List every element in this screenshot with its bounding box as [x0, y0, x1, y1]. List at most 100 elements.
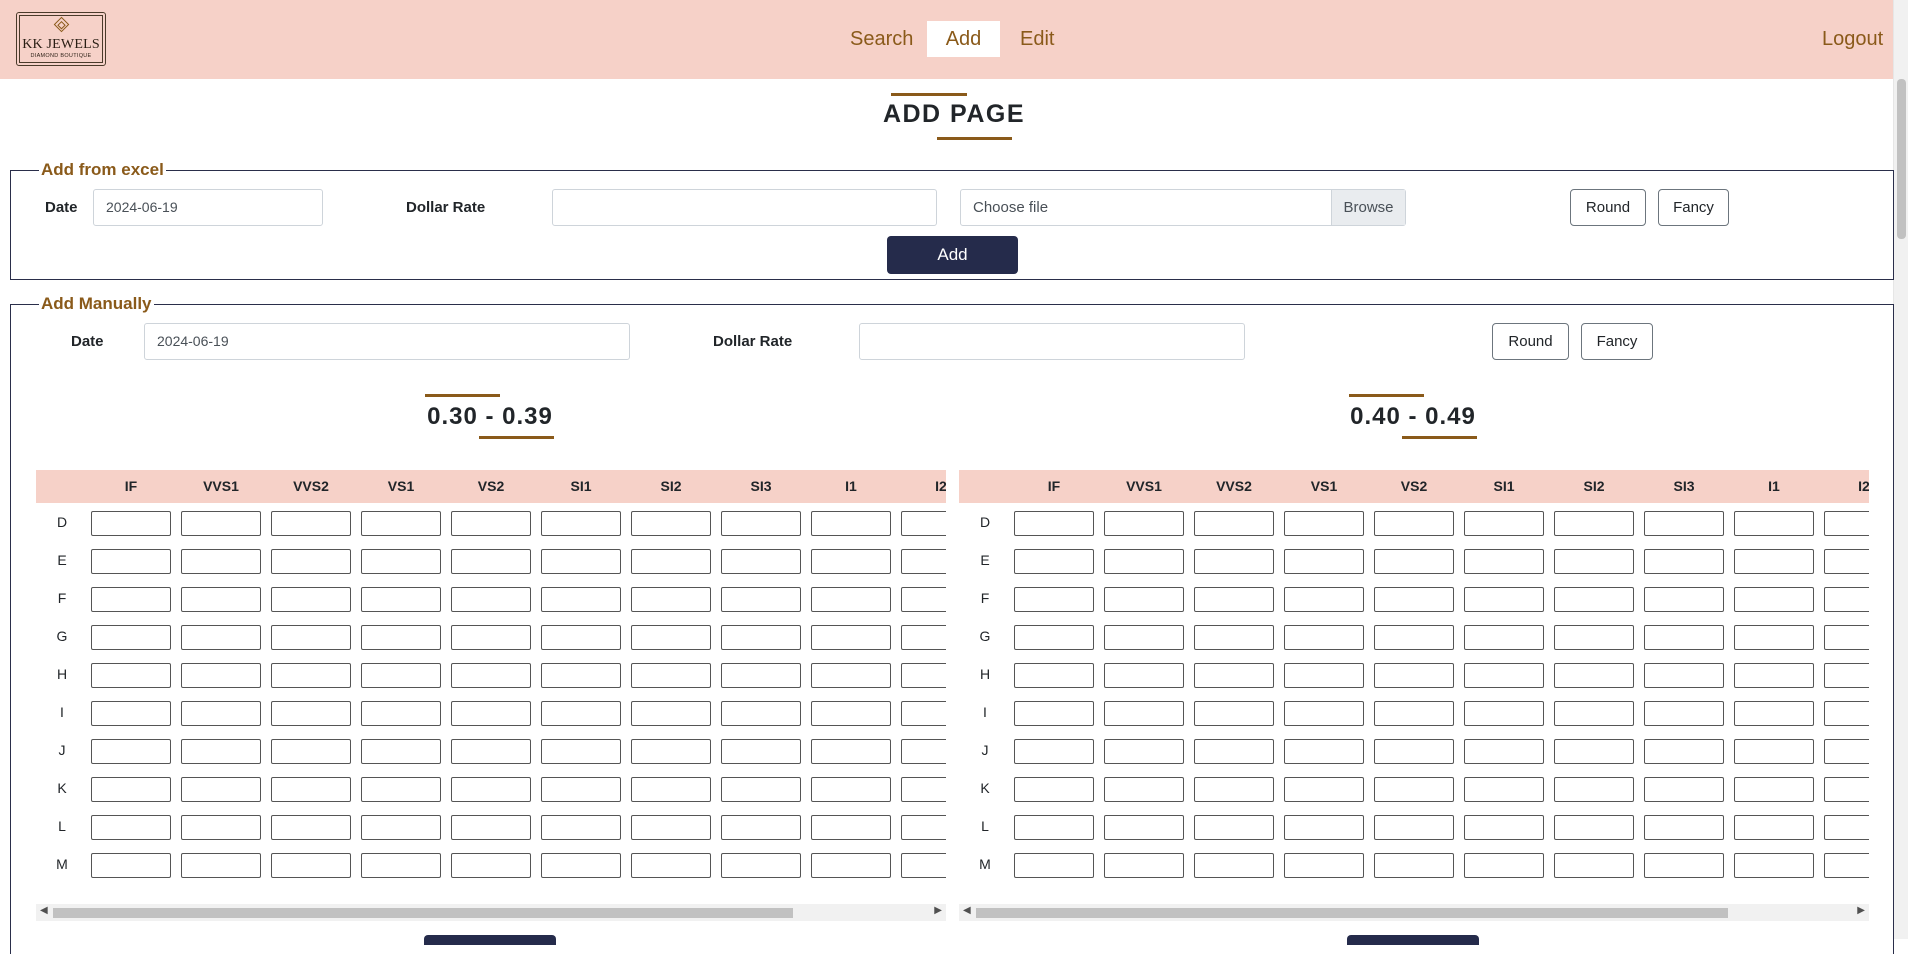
- price-input-cell[interactable]: [361, 777, 441, 802]
- price-input-cell[interactable]: [541, 549, 621, 574]
- price-input-cell[interactable]: [361, 853, 441, 878]
- price-input-cell[interactable]: [541, 511, 621, 536]
- price-input-cell[interactable]: [1014, 853, 1094, 878]
- nav-add-link[interactable]: Add: [927, 21, 1000, 57]
- price-input-cell[interactable]: [1644, 739, 1724, 764]
- scroll-left-arrow-icon[interactable]: ◀: [40, 905, 48, 916]
- price-input-cell[interactable]: [1734, 701, 1814, 726]
- price-input-cell[interactable]: [91, 739, 171, 764]
- price-input-cell[interactable]: [271, 739, 351, 764]
- price-input-cell[interactable]: [1284, 587, 1364, 612]
- price-input-cell[interactable]: [1284, 701, 1364, 726]
- price-input-cell[interactable]: [1194, 815, 1274, 840]
- price-input-cell[interactable]: [721, 549, 801, 574]
- price-input-cell[interactable]: [361, 815, 441, 840]
- price-input-cell[interactable]: [271, 777, 351, 802]
- price-input-cell[interactable]: [1734, 549, 1814, 574]
- price-input-cell[interactable]: [631, 701, 711, 726]
- price-input-cell[interactable]: [721, 701, 801, 726]
- price-input-cell[interactable]: [361, 587, 441, 612]
- price-input-cell[interactable]: [901, 701, 946, 726]
- price-input-cell[interactable]: [721, 853, 801, 878]
- price-input-cell[interactable]: [91, 549, 171, 574]
- price-input-cell[interactable]: [451, 701, 531, 726]
- grid-scrollbar-thumb[interactable]: [53, 908, 793, 918]
- price-input-cell[interactable]: [1374, 549, 1454, 574]
- price-input-cell[interactable]: [901, 663, 946, 688]
- price-input-cell[interactable]: [1644, 549, 1724, 574]
- price-input-cell[interactable]: [1194, 549, 1274, 574]
- price-input-cell[interactable]: [1464, 663, 1544, 688]
- grid-1-save-button[interactable]: [424, 935, 556, 945]
- price-input-cell[interactable]: [181, 701, 261, 726]
- price-input-cell[interactable]: [721, 625, 801, 650]
- price-input-cell[interactable]: [1734, 625, 1814, 650]
- price-input-cell[interactable]: [91, 853, 171, 878]
- price-input-cell[interactable]: [361, 511, 441, 536]
- price-input-cell[interactable]: [1824, 701, 1869, 726]
- price-input-cell[interactable]: [1194, 701, 1274, 726]
- price-input-cell[interactable]: [1194, 853, 1274, 878]
- price-input-cell[interactable]: [1644, 587, 1724, 612]
- add-button[interactable]: Add: [887, 236, 1018, 274]
- price-input-cell[interactable]: [1104, 853, 1184, 878]
- price-input-cell[interactable]: [361, 701, 441, 726]
- scroll-right-arrow-icon[interactable]: ▶: [934, 905, 942, 916]
- price-input-cell[interactable]: [1374, 815, 1454, 840]
- price-input-cell[interactable]: [361, 663, 441, 688]
- price-input-cell[interactable]: [631, 625, 711, 650]
- price-input-cell[interactable]: [1194, 625, 1274, 650]
- price-input-cell[interactable]: [91, 701, 171, 726]
- price-input-cell[interactable]: [721, 815, 801, 840]
- price-input-cell[interactable]: [451, 739, 531, 764]
- price-input-cell[interactable]: [1644, 853, 1724, 878]
- price-input-cell[interactable]: [91, 511, 171, 536]
- price-input-cell[interactable]: [1104, 815, 1184, 840]
- price-input-cell[interactable]: [1554, 663, 1634, 688]
- price-input-cell[interactable]: [1014, 511, 1094, 536]
- price-input-cell[interactable]: [901, 625, 946, 650]
- price-input-cell[interactable]: [1644, 511, 1724, 536]
- price-input-cell[interactable]: [1554, 853, 1634, 878]
- price-input-cell[interactable]: [1824, 625, 1869, 650]
- price-input-cell[interactable]: [811, 739, 891, 764]
- price-input-cell[interactable]: [451, 549, 531, 574]
- price-input-cell[interactable]: [1464, 625, 1544, 650]
- scroll-left-arrow-icon[interactable]: ◀: [963, 905, 971, 916]
- price-input-cell[interactable]: [451, 777, 531, 802]
- price-input-cell[interactable]: [1824, 549, 1869, 574]
- price-input-cell[interactable]: [451, 663, 531, 688]
- price-input-cell[interactable]: [811, 625, 891, 650]
- price-input-cell[interactable]: [271, 853, 351, 878]
- logo[interactable]: KK JEWELS DIAMOND BOUTIQUE: [16, 12, 106, 66]
- price-input-cell[interactable]: [1734, 853, 1814, 878]
- price-input-cell[interactable]: [901, 777, 946, 802]
- price-input-cell[interactable]: [631, 739, 711, 764]
- price-input-cell[interactable]: [1194, 587, 1274, 612]
- price-input-cell[interactable]: [631, 815, 711, 840]
- price-input-cell[interactable]: [451, 625, 531, 650]
- manual-dollar-rate-input[interactable]: [859, 323, 1245, 360]
- price-input-cell[interactable]: [1824, 587, 1869, 612]
- price-input-cell[interactable]: [1464, 739, 1544, 764]
- price-input-cell[interactable]: [91, 663, 171, 688]
- scroll-right-arrow-icon[interactable]: ▶: [1857, 905, 1865, 916]
- price-input-cell[interactable]: [1104, 777, 1184, 802]
- price-input-cell[interactable]: [181, 815, 261, 840]
- price-input-cell[interactable]: [631, 777, 711, 802]
- price-input-cell[interactable]: [1284, 663, 1364, 688]
- grid-horizontal-scrollbar[interactable]: ◀ ▶: [959, 904, 1869, 921]
- price-input-cell[interactable]: [1464, 853, 1544, 878]
- price-input-cell[interactable]: [1644, 625, 1724, 650]
- price-input-cell[interactable]: [811, 701, 891, 726]
- price-input-cell[interactable]: [1014, 815, 1094, 840]
- price-input-cell[interactable]: [1824, 777, 1869, 802]
- price-input-cell[interactable]: [181, 625, 261, 650]
- price-input-cell[interactable]: [1014, 549, 1094, 574]
- price-input-cell[interactable]: [1734, 777, 1814, 802]
- price-input-cell[interactable]: [631, 549, 711, 574]
- manual-fancy-button[interactable]: Fancy: [1581, 323, 1653, 360]
- price-input-cell[interactable]: [721, 663, 801, 688]
- price-input-cell[interactable]: [1554, 815, 1634, 840]
- price-input-cell[interactable]: [1194, 777, 1274, 802]
